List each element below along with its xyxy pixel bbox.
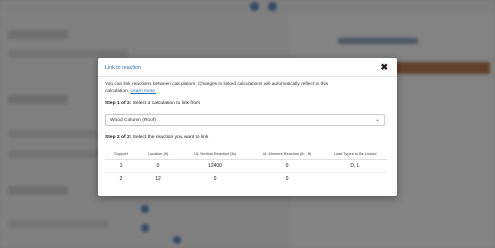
step1-prefix: Step 1 of 2: bbox=[105, 101, 132, 106]
dialog-title: Link to reaction bbox=[105, 65, 141, 71]
step2-prefix: Step 2 of 2: bbox=[105, 135, 132, 140]
cell-support: 1 bbox=[105, 159, 137, 173]
header-moment-reaction: UL Moment Reaction (lb - ft) bbox=[251, 147, 323, 160]
calculation-select-value: Wood Column (Roof) bbox=[110, 118, 156, 123]
calculation-select[interactable]: Wood Column (Roof) ⌄ bbox=[105, 114, 385, 126]
cell-moment-reaction: 0 bbox=[285, 176, 289, 182]
table-row[interactable]: 1 0 12400 0 D, L bbox=[105, 159, 387, 173]
chevron-down-icon: ⌄ bbox=[374, 117, 380, 123]
learn-more-link[interactable]: Learn more. bbox=[130, 89, 156, 94]
table-row[interactable]: 2 12 0 0 bbox=[105, 173, 387, 186]
dialog-description: You can link reactions between calculato… bbox=[105, 82, 350, 95]
cell-load-types bbox=[323, 173, 387, 186]
link-reaction-dialog: Link to reaction ✖ You can link reaction… bbox=[98, 58, 397, 196]
step2-label: Step 2 of 2: Select the reaction you wan… bbox=[105, 135, 208, 140]
header-location: Location (ft) bbox=[137, 147, 179, 160]
step1-label: Step 1 of 2: Select a calculation to lin… bbox=[105, 101, 200, 106]
header-vertical-reaction: UL Vertical Reaction (lb) bbox=[179, 147, 251, 160]
step2-text: Select the reaction you want to link bbox=[131, 135, 209, 140]
cell-location: 12 bbox=[155, 176, 161, 182]
cell-moment-reaction: 0 bbox=[251, 159, 323, 173]
cell-location: 0 bbox=[137, 159, 179, 173]
dialog-divider bbox=[98, 76, 397, 77]
header-support: Support bbox=[105, 147, 137, 160]
close-icon[interactable]: ✖ bbox=[380, 63, 388, 72]
table-header-row: Support Location (ft) UL Vertical Reacti… bbox=[105, 147, 387, 160]
header-load-types: Load Types to Be Linked bbox=[323, 147, 387, 160]
cell-vertical-reaction: 12400 bbox=[179, 159, 251, 173]
reactions-table: Support Location (ft) UL Vertical Reacti… bbox=[105, 147, 387, 185]
cell-support: 2 bbox=[119, 176, 123, 182]
step1-text: Select a calculation to link from bbox=[131, 101, 201, 106]
cell-vertical-reaction: 0 bbox=[213, 176, 217, 182]
cell-load-types: D, L bbox=[323, 159, 387, 173]
